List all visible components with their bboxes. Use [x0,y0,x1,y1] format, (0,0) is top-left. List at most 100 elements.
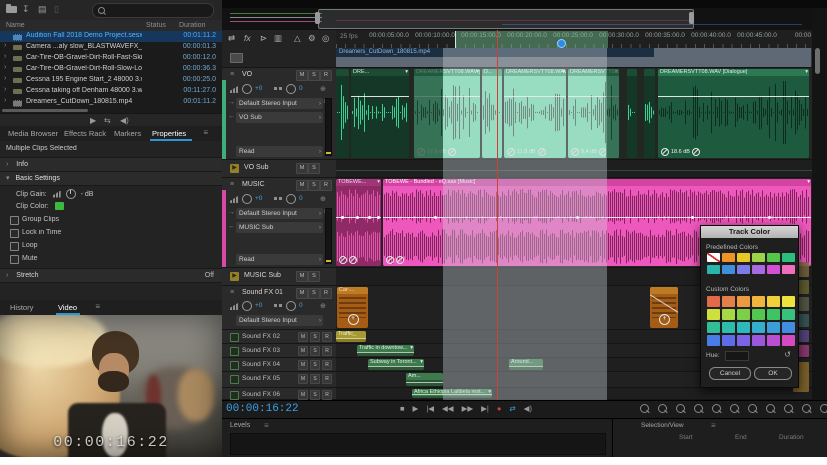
color-swatch[interactable] [722,322,735,333]
basic-settings-header[interactable]: ▾ Basic Settings [0,171,222,186]
skip-to-start-button[interactable]: |◀ [426,404,434,413]
zoom-tool-icon[interactable] [730,404,739,413]
tab-properties[interactable]: Properties [152,129,186,138]
color-swatch[interactable] [722,265,735,274]
panel-menu-icon[interactable]: ≡ [711,421,716,430]
track-m-button[interactable]: M [296,288,308,299]
zoom-tool-icon[interactable] [658,404,667,413]
panel-menu-icon[interactable]: ≡ [264,421,269,430]
snap-icon[interactable]: △ [294,33,301,44]
track-header-vo-sub[interactable]: ▶VO SubMS [222,160,336,178]
timeline-overview-navigator[interactable] [222,8,827,31]
audio-clip[interactable]: DRE...▾ [351,69,409,158]
volume-envelope[interactable] [426,382,443,383]
clip-fade-icon[interactable] [692,148,700,156]
color-swatch[interactable] [782,309,795,320]
volume-knob[interactable] [242,194,252,204]
audio-clip[interactable] [627,69,637,158]
ok-button[interactable]: OK [754,367,792,380]
color-swatch[interactable] [752,309,765,320]
color-swatch[interactable] [707,296,720,307]
pan-knob[interactable] [286,84,296,94]
color-swatch[interactable] [782,253,795,262]
color-swatch[interactable] [722,309,735,320]
zoom-tool-icon[interactable] [820,404,827,413]
track-header-sound-fx-05[interactable]: Sound FX 05MSR [222,372,336,388]
color-swatch[interactable] [737,296,750,307]
skip-to-end-button[interactable]: ▶| [481,404,489,413]
clip-menu-icon[interactable]: ▾ [807,179,810,186]
settings-icon[interactable]: ⚙ [308,33,316,44]
new-item-icon[interactable]: ▤ [38,4,47,15]
column-status[interactable]: Status [146,22,166,29]
track-s-button[interactable]: S [310,346,320,356]
clip-plus-badge[interactable]: + [348,314,359,325]
zoom-tool-icon[interactable] [784,404,793,413]
track-m-button[interactable]: M [296,163,308,174]
move-tool-icon[interactable]: ⇄ [228,33,235,44]
track-m-button[interactable]: M [296,180,308,191]
zoom-tool-icon[interactable] [766,404,775,413]
color-swatch[interactable] [722,253,735,262]
track-r-button[interactable]: R [322,360,332,370]
color-swatch[interactable] [737,335,750,346]
color-swatch[interactable] [767,335,780,346]
hue-input[interactable] [725,351,749,361]
zoom-tool-icon[interactable] [694,404,703,413]
color-swatch[interactable] [767,322,780,333]
zoom-tool-icon[interactable] [712,404,721,413]
clip-menu-icon[interactable]: ▾ [410,345,413,352]
track-header-sound-fx-01[interactable]: ≡Sound FX 01MSR+00⊕Default Stereo Input› [222,286,336,330]
clip-gain-icon[interactable] [661,148,669,156]
file-row[interactable]: ›Cessna 195 Engine Start_2 48000 3.wav00… [0,75,222,86]
color-swatch[interactable] [707,265,720,274]
track-r-button[interactable]: R [320,288,332,299]
audio-clip[interactable]: + [650,287,678,328]
audio-clip[interactable]: Car-...+ [337,287,368,328]
color-swatch[interactable] [737,265,750,274]
file-row[interactable]: ›Cessna taking off Denham 48000 3.wav00:… [0,86,222,97]
track-s-button[interactable]: S [308,70,320,81]
track-m-button[interactable]: M [296,271,308,282]
color-swatch[interactable] [767,309,780,320]
info-section-header[interactable]: › Info [0,157,222,172]
volume-knob[interactable] [242,301,252,311]
track-s-button[interactable]: S [310,390,320,400]
time-selection-ruler-highlight[interactable] [455,31,608,48]
playhead[interactable] [497,30,498,400]
audio-clip[interactable] [336,69,349,158]
track-m-button[interactable]: M [296,70,308,81]
track-r-button[interactable]: R [320,180,332,191]
volume-envelope[interactable] [658,96,809,97]
color-swatch[interactable] [707,309,720,320]
track-r-button[interactable]: R [322,374,332,384]
clip-fade-icon[interactable] [396,256,404,264]
track-m-button[interactable]: M [298,390,308,400]
stretch-section-header[interactable]: › Stretch Off [0,268,222,283]
volume-envelope[interactable] [357,352,414,353]
track-s-button[interactable]: S [308,163,320,174]
color-swatch[interactable] [737,309,750,320]
current-time-display[interactable]: 00:00:16:22 [226,403,299,415]
zoom-tool-icon[interactable] [748,404,757,413]
monitor-input-button[interactable]: ◀) [524,404,532,413]
track-s-button[interactable]: S [310,374,320,384]
clip-menu-icon[interactable]: ▾ [405,69,408,76]
file-row[interactable]: ›Car-Tire-OB-Gravel-Dirt-Roll-Slow-Long … [0,64,222,75]
volume-envelope[interactable] [406,382,428,383]
volume-knob[interactable] [242,84,252,94]
audio-clip[interactable] [426,373,443,386]
track-s-button[interactable]: S [308,288,320,299]
expand-chevron-icon[interactable]: › [4,97,6,104]
track-s-button[interactable]: S [308,180,320,191]
audio-clip[interactable]: TOBEWE...▾ [336,179,381,266]
track-header-music[interactable]: ≡MUSICMSR+00⊕→Default Stereo Input›⧉←MUS… [222,178,336,268]
selection-view-tab[interactable]: Selection/View [641,422,684,429]
expand-chevron-icon[interactable]: › [4,64,6,71]
audio-clip[interactable]: Traffic_ [336,331,366,342]
audio-clip[interactable] [644,69,655,158]
automation-mode-select[interactable]: Read› [236,146,323,157]
color-swatch[interactable] [767,296,780,307]
automation-mode-select[interactable]: Read› [236,254,323,265]
rewind-button[interactable]: ◀◀ [442,404,454,413]
